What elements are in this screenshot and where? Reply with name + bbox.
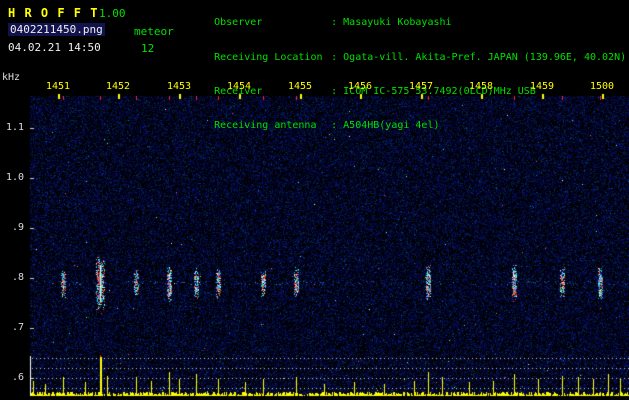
freq-tick-label: .7 xyxy=(11,322,24,333)
info-separator: : xyxy=(331,17,338,29)
info-separator: : xyxy=(331,85,338,97)
freq-tick-label: .6 xyxy=(11,372,24,383)
info-label: Observer xyxy=(214,17,263,29)
time-tick-label: 1453 xyxy=(166,81,192,92)
info-value: Masayuki Kobayashi xyxy=(343,17,452,29)
time-tick-label: 1451 xyxy=(45,81,71,92)
freq-tick-label: 1.0 xyxy=(5,172,24,183)
time-tick-label: 1455 xyxy=(287,81,313,92)
info-separator: : xyxy=(331,51,338,63)
freq-axis-unit-label: kHz xyxy=(2,72,21,83)
info-label: Receiving antenna xyxy=(214,120,317,132)
info-separator: : xyxy=(331,120,338,132)
time-tick-label: 1454 xyxy=(226,81,252,92)
app-title: H R O F F T xyxy=(8,6,99,20)
time-tick-label: 1459 xyxy=(529,81,555,92)
info-row-observer: Observer: Masayuki Kobayashi xyxy=(178,6,626,40)
mode-label: meteor xyxy=(134,25,174,38)
info-value: A504HB(yagi 4el) xyxy=(343,120,440,132)
observer-info: Observer: Masayuki Kobayashi Receiving Lo… xyxy=(178,6,626,143)
time-tick-label: 1458 xyxy=(468,81,494,92)
app-version: 1.00 xyxy=(99,7,126,20)
freq-tick-label: 1.1 xyxy=(5,122,24,133)
info-value: Ogata-vill. Akita-Pref. JAPAN (139.96E, … xyxy=(343,51,627,63)
file-datetime: 04.02.21 14:50 xyxy=(8,41,101,54)
hrofft-output: H R O F F T 1.00 0402211450.png meteor 0… xyxy=(0,0,629,400)
info-value: ICOM IC-575 53.7492(0LCD)MHz USB xyxy=(343,85,536,97)
filename: 0402211450.png xyxy=(8,23,105,36)
info-row-location: Receiving Location: Ogata-vill. Akita-Pre… xyxy=(178,40,626,74)
time-tick-label: 1457 xyxy=(408,81,434,92)
freq-tick-label: .8 xyxy=(11,272,24,283)
time-tick-label: 1452 xyxy=(105,81,131,92)
freq-tick-label: .9 xyxy=(11,222,24,233)
time-tick-label: 1456 xyxy=(347,81,373,92)
info-row-antenna: Receiving antenna: A504HB(yagi 4el) xyxy=(178,109,626,143)
time-tick-label: 1500 xyxy=(589,81,615,92)
meteor-count: 12 xyxy=(141,42,155,55)
info-label: Receiving Location xyxy=(214,51,323,63)
